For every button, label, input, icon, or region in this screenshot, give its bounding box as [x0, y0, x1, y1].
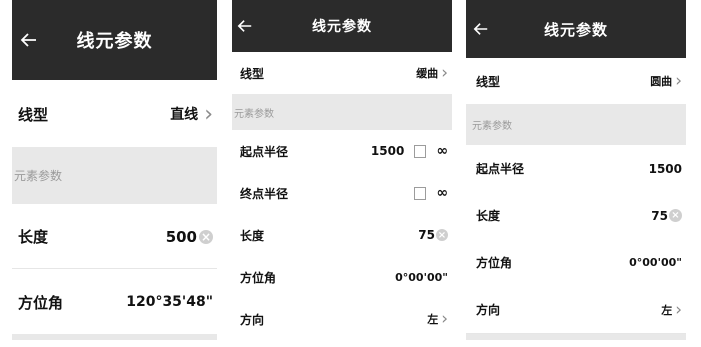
checkbox-icon[interactable] — [414, 186, 427, 200]
infinity-label: ∞ — [436, 143, 448, 159]
label-azimuth: 方位角 — [476, 256, 513, 270]
value-azimuth: 0°00'00" — [629, 256, 682, 269]
clear-circle-icon[interactable]: × — [669, 209, 682, 222]
label-length: 长度 — [240, 228, 265, 243]
screen-straight-line: 线元参数 线型 直线 › 元素参数 长度 500 × 方位角 120°35'48… — [12, 0, 217, 340]
header-bar: 线元参数 — [466, 0, 686, 58]
page-title: 线元参数 — [312, 19, 372, 35]
row-azimuth[interactable]: 方位角 120°35'48" — [12, 269, 217, 335]
value-length: 500 — [165, 227, 197, 246]
label-length: 长度 — [476, 209, 501, 223]
label-line-type: 线型 — [240, 66, 265, 81]
section-element-params: 元素参数 — [232, 94, 452, 130]
page-title: 线元参数 — [76, 31, 153, 52]
row-length[interactable]: 长度 500 × — [12, 205, 217, 269]
chevron-right-icon: › — [204, 101, 213, 127]
header-bar: 线元参数 — [232, 0, 452, 52]
section-label: 元素参数 — [234, 108, 274, 120]
section-element-params: 元素参数 — [466, 104, 686, 145]
value-direction: 左 — [427, 313, 439, 326]
screen-transition-curve: 线元参数 线型 缓曲 › 元素参数 起点半径 1500 ∞ 终点半径 ∞ 长度 … — [232, 0, 452, 340]
value-line-type: 缓曲 — [416, 67, 439, 80]
clear-circle-icon[interactable]: × — [199, 229, 213, 244]
section-label: 元素参数 — [472, 121, 512, 132]
value-length: 75 — [418, 228, 435, 242]
label-start-radius: 起点半径 — [476, 162, 525, 176]
chevron-right-icon: › — [675, 299, 682, 320]
row-length[interactable]: 长度 75 × — [232, 214, 452, 257]
bottom-strip — [466, 334, 686, 340]
chevron-right-icon: › — [441, 309, 448, 329]
clear-circle-icon[interactable]: × — [436, 229, 448, 241]
row-direction[interactable]: 方向 左 › — [232, 298, 452, 340]
row-line-type[interactable]: 线型 缓曲 › — [232, 52, 452, 95]
label-direction: 方向 — [240, 312, 265, 327]
value-start-radius: 1500 — [648, 161, 682, 176]
value-azimuth: 120°35'48" — [126, 294, 213, 310]
row-direction[interactable]: 方向 左 › — [466, 286, 686, 334]
row-end-radius[interactable]: 终点半径 ∞ — [232, 172, 452, 215]
section-label: 元素参数 — [14, 169, 63, 183]
bottom-strip — [12, 334, 217, 340]
row-azimuth[interactable]: 方位角 0°00'00" — [466, 239, 686, 287]
label-start-radius: 起点半径 — [240, 144, 289, 159]
label-line-type: 线型 — [476, 74, 501, 89]
value-length: 75 — [651, 208, 668, 223]
section-element-params: 元素参数 — [12, 147, 217, 204]
label-azimuth: 方位角 — [240, 270, 277, 285]
row-start-radius[interactable]: 起点半径 1500 — [466, 145, 686, 193]
label-direction: 方向 — [476, 303, 501, 317]
checkbox-icon[interactable] — [414, 144, 427, 158]
row-line-type[interactable]: 线型 圆曲 › — [466, 58, 686, 105]
row-start-radius[interactable]: 起点半径 1500 ∞ — [232, 130, 452, 173]
value-azimuth: 0°00'00" — [395, 270, 448, 284]
row-azimuth[interactable]: 方位角 0°00'00" — [232, 256, 452, 299]
header-bar: 线元参数 — [12, 0, 217, 80]
row-length[interactable]: 长度 75 × — [466, 192, 686, 240]
value-line-type: 直线 — [170, 107, 199, 123]
label-line-type: 线型 — [18, 105, 49, 124]
label-end-radius: 终点半径 — [240, 186, 289, 201]
value-line-type: 圆曲 — [650, 75, 673, 88]
label-azimuth: 方位角 — [18, 293, 64, 312]
chevron-right-icon: › — [675, 71, 682, 91]
value-direction: 左 — [661, 303, 673, 317]
value-start-radius: 1500 — [370, 144, 405, 158]
infinity-label: ∞ — [436, 185, 448, 201]
page-title: 线元参数 — [543, 20, 608, 39]
row-line-type[interactable]: 线型 直线 › — [12, 81, 217, 148]
label-length: 长度 — [18, 228, 49, 246]
chevron-right-icon: › — [441, 63, 448, 83]
screen-circular-curve: 线元参数 线型 圆曲 › 元素参数 起点半径 1500 长度 75 × 方位角 … — [466, 0, 686, 340]
